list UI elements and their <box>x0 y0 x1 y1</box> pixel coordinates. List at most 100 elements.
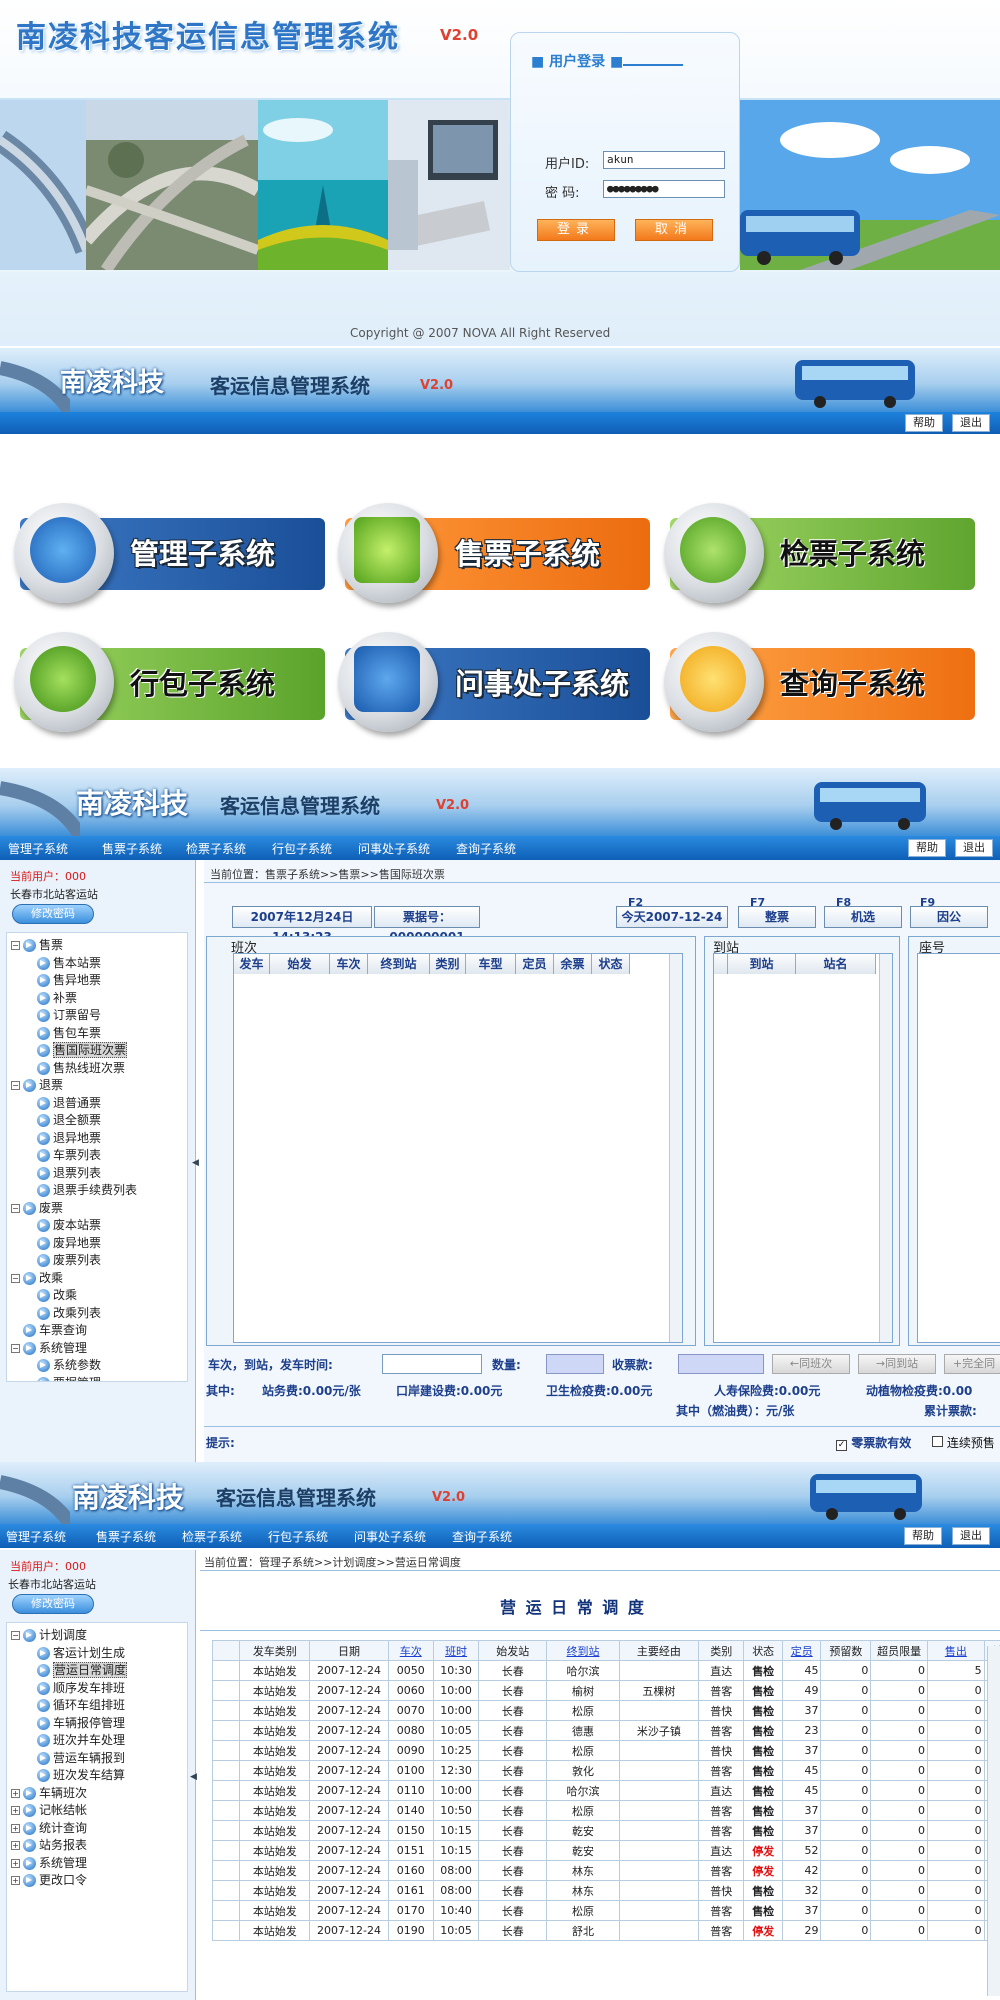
tree-group-item[interactable]: + 站务报表 <box>11 1837 87 1853</box>
collapse-icon[interactable]: − <box>11 1081 20 1090</box>
tree-leaf-item[interactable]: 废票列表 <box>37 1252 101 1268</box>
tree-leaf-item[interactable]: 售异地票 <box>37 972 101 988</box>
tree-leaf-item[interactable]: 废本站票 <box>37 1217 101 1233</box>
stop-grid[interactable]: 到站 站名 <box>713 953 893 1343</box>
table-row[interactable]: 本站始发 2007-12-24 0080 10:05 长春 德惠 米沙子镇 普客 售检 23 0 0 0 <box>211 1720 1000 1741</box>
table-row[interactable]: 本站始发 2007-12-24 0161 08:00 长春 林东 普快 售检 32 0 0 0 <box>211 1880 1000 1901</box>
expand-icon[interactable]: + <box>11 1823 20 1833</box>
tree-leaf-item[interactable]: 客运计划生成 <box>37 1645 125 1661</box>
table-row[interactable]: 本站始发 2007-12-24 0151 10:15 长春 乾安 直达 停发 52 0 0 0 <box>211 1840 1000 1861</box>
same-stop-button[interactable]: →同到站 <box>858 1354 936 1374</box>
stop-scrollbar[interactable] <box>879 954 892 1342</box>
tree-leaf-item[interactable]: 改乘 <box>37 1287 77 1303</box>
expand-icon[interactable]: + <box>11 1841 20 1850</box>
nav-ticket-sale[interactable]: 售票子系统 <box>102 840 162 857</box>
collapse-icon[interactable]: − <box>11 1203 20 1213</box>
fee-input[interactable] <box>678 1354 764 1374</box>
zero-fee-checkbox[interactable]: ✓ 零票款有效 <box>836 1434 911 1451</box>
table-row[interactable]: 本站始发 2007-12-24 0150 10:15 长春 乾安 普客 售检 37 0 0 0 <box>211 1820 1000 1841</box>
tree-leaf-item[interactable]: 退票列表 <box>37 1165 101 1181</box>
tree-leaf-item[interactable]: 退普通票 <box>37 1095 101 1111</box>
tree-leaf-item[interactable]: 班次发车结算 <box>37 1767 125 1783</box>
nav-ticket-check[interactable]: 检票子系统 <box>182 1528 242 1545</box>
tree-leaf-item[interactable]: 顺序发车排班 <box>37 1680 125 1696</box>
nav-luggage[interactable]: 行包子系统 <box>272 840 332 857</box>
nav-ticket-sale[interactable]: 售票子系统 <box>96 1528 156 1545</box>
exit-button[interactable]: 退出 <box>952 414 990 432</box>
tree-group-item[interactable]: − 售票 <box>11 937 63 953</box>
cancel-button[interactable]: 取消 <box>635 219 713 241</box>
table-row[interactable]: 本站始发 2007-12-24 0100 12:30 长春 敦化 普客 售检 45 0 0 0 <box>211 1760 1000 1781</box>
help-button[interactable]: 帮助 <box>905 414 943 432</box>
nav-inquiry-desk[interactable]: 问事处子系统 <box>354 1528 426 1545</box>
nav-query[interactable]: 查询子系统 <box>452 1528 512 1545</box>
tree-leaf-item[interactable]: 系统参数 <box>37 1357 101 1373</box>
collapse-icon[interactable]: − <box>11 941 20 950</box>
tree-leaf-item[interactable]: 班次并车处理 <box>37 1732 125 1748</box>
tree-leaf-item[interactable]: 循环车组排班 <box>37 1697 125 1713</box>
today-button[interactable]: 今天2007-12-24 <box>616 906 728 928</box>
expand-icon[interactable]: + <box>11 1858 20 1868</box>
tree-leaf-item[interactable]: 退全额票 <box>37 1112 101 1128</box>
trip-scrollbar[interactable] <box>669 954 682 1342</box>
tree-leaf-item[interactable]: 售本站票 <box>37 955 101 971</box>
full-ticket-button[interactable]: 整票 <box>738 906 816 928</box>
tree-group-item[interactable]: + 车辆班次 <box>11 1785 87 1801</box>
column-header[interactable]: 终到站 <box>546 1640 620 1661</box>
tree-leaf-item[interactable]: 退异地票 <box>37 1130 101 1146</box>
help-button[interactable]: 帮助 <box>904 1527 942 1545</box>
tree-leaf-item[interactable]: 退票手续费列表 <box>37 1182 137 1198</box>
tree-group-item[interactable]: + 记帐结帐 <box>11 1802 87 1818</box>
nav-admin[interactable]: 管理子系统 <box>8 840 68 857</box>
trip-stop-time-input[interactable] <box>382 1354 482 1374</box>
seat-grid[interactable] <box>917 953 1000 1343</box>
tree-leaf-item[interactable]: 售国际班次票 <box>37 1042 128 1058</box>
column-header[interactable]: 定员 <box>781 1640 822 1661</box>
collapse-icon[interactable]: − <box>11 1631 20 1640</box>
collapse-icon[interactable]: − <box>11 1343 20 1353</box>
tree-leaf-item[interactable]: 废异地票 <box>37 1235 101 1251</box>
tree-leaf-item[interactable]: 车票列表 <box>37 1147 101 1163</box>
help-button[interactable]: 帮助 <box>908 839 946 857</box>
tree-group-item[interactable]: + 更改口令 <box>11 1872 87 1888</box>
nav-admin[interactable]: 管理子系统 <box>6 1528 66 1545</box>
table-row[interactable]: 本站始发 2007-12-24 0090 10:25 长春 松原 普快 售检 37 0 0 0 <box>211 1740 1000 1761</box>
tree-leaf-item[interactable]: 补票 <box>37 990 77 1006</box>
auto-select-button[interactable]: 机选 <box>824 906 902 928</box>
tree-leaf-item[interactable]: 改乘列表 <box>37 1305 101 1321</box>
tree-group-item[interactable]: + 统计查询 <box>11 1820 87 1836</box>
official-button[interactable]: 因公 <box>910 906 988 928</box>
column-header[interactable]: 班时 <box>432 1640 480 1661</box>
nav-inquiry-desk[interactable]: 问事处子系统 <box>358 840 430 857</box>
nav-luggage[interactable]: 行包子系统 <box>268 1528 328 1545</box>
same-trip-button[interactable]: ←同班次 <box>772 1354 850 1374</box>
tree-leaf-item[interactable]: 车辆报停管理 <box>37 1715 125 1731</box>
tree-group-item[interactable]: 车票查询 <box>11 1322 87 1338</box>
tree-group-item[interactable]: − 退票 <box>11 1077 63 1093</box>
tree-leaf-item[interactable]: 营运车辆报到 <box>37 1750 125 1766</box>
expand-icon[interactable]: + <box>11 1876 20 1885</box>
collapse-sidebar-icon[interactable]: ◀ <box>190 1772 197 1782</box>
tree-leaf-item[interactable]: 售包车票 <box>37 1025 101 1041</box>
full-same-button[interactable]: +完全同 <box>944 1354 1000 1374</box>
tree-leaf-item[interactable]: 售热线班次票 <box>37 1060 125 1076</box>
tree-group-item[interactable]: − 废票 <box>11 1200 63 1216</box>
tree-group-item[interactable]: − 系统管理 <box>11 1340 87 1356</box>
trip-grid[interactable]: 发车 始发 车次 终到站 类别 车型 定员 余票 状态 <box>233 953 683 1343</box>
nav-query[interactable]: 查询子系统 <box>456 840 516 857</box>
column-header[interactable]: 车次 <box>387 1640 434 1661</box>
collapse-icon[interactable]: − <box>11 1273 20 1283</box>
schedule-scrollbar[interactable] <box>987 1646 1000 1996</box>
table-row[interactable]: 本站始发 2007-12-24 0170 10:40 长春 松原 普客 售检 37 0 0 0 <box>211 1900 1000 1921</box>
password-input[interactable]: ●●●●●●●●● <box>603 180 725 198</box>
exit-button[interactable]: 退出 <box>955 839 993 857</box>
tree-leaf-item[interactable]: 票据管理 <box>37 1375 101 1381</box>
continuous-presale-checkbox[interactable]: 连续预售 <box>932 1434 995 1451</box>
table-row[interactable]: 本站始发 2007-12-24 0160 08:00 长春 林东 普客 停发 42 0 0 0 <box>211 1860 1000 1881</box>
expand-icon[interactable]: + <box>11 1806 20 1815</box>
change-password-button[interactable]: 修改密码 <box>12 904 94 924</box>
table-row[interactable]: 本站始发 2007-12-24 0070 10:00 长春 松原 普快 售检 37 0 0 0 <box>211 1700 1000 1721</box>
table-row[interactable]: 本站始发 2007-12-24 0140 10:50 长春 松原 普客 售检 37 0 0 0 <box>211 1800 1000 1821</box>
column-header[interactable]: 售出 <box>927 1640 985 1661</box>
table-row[interactable]: 本站始发 2007-12-24 0110 10:00 长春 哈尔滨 直达 售检 45 0 0 0 <box>211 1780 1000 1801</box>
